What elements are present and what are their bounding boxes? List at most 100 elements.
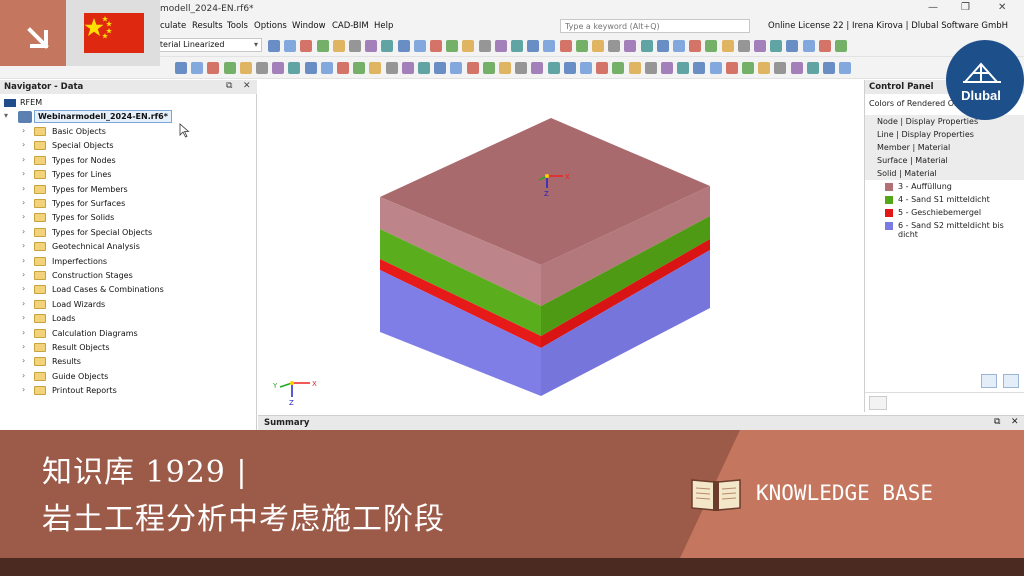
toolbar-tool-icon[interactable] — [304, 62, 317, 74]
chevron-right-icon[interactable]: › — [22, 184, 25, 193]
toolbar-tool-icon[interactable] — [705, 40, 718, 52]
tree-item[interactable]: › Loads — [22, 312, 252, 326]
navigator-restore-button[interactable]: ⧉ — [226, 81, 232, 91]
toolbar-tool-icon[interactable] — [823, 62, 835, 74]
toolbar-tool-icon[interactable] — [316, 40, 329, 52]
toolbar-tool-icon[interactable] — [689, 40, 702, 52]
toolbar-tool-icon[interactable] — [418, 62, 430, 74]
toolbar-tool-icon[interactable] — [543, 40, 556, 52]
soil-model-3d[interactable]: X Z X Y Z — [258, 80, 862, 412]
chevron-right-icon[interactable]: › — [22, 328, 25, 337]
tree-item[interactable]: › Calculation Diagrams — [22, 327, 252, 341]
toolbar-tool-icon[interactable] — [580, 62, 592, 74]
toolbar-tool-icon[interactable] — [320, 62, 333, 74]
material-legend-item[interactable]: 6 - Sand S2 mitteldicht bis dicht — [865, 219, 1024, 239]
toolbar-tool-icon[interactable] — [790, 62, 803, 74]
panel-copy-button[interactable] — [1003, 374, 1019, 388]
toolbar-tool-icon[interactable] — [774, 62, 787, 74]
toolbar-tool-icon[interactable] — [737, 40, 750, 52]
toolbar-tool-icon[interactable] — [515, 62, 528, 74]
toolbar-tool-icon[interactable] — [754, 40, 766, 52]
toolbar-tool-icon[interactable] — [256, 62, 268, 74]
chevron-right-icon[interactable]: › — [22, 371, 25, 380]
tree-item[interactable]: › Types for Special Objects — [22, 226, 252, 240]
toolbar-tool-icon[interactable] — [677, 62, 690, 74]
tree-root-rfem[interactable]: RFEM — [4, 96, 254, 110]
toolbar-tool-icon[interactable] — [272, 62, 285, 74]
toolbar-tool-icon[interactable] — [656, 40, 669, 52]
summary-restore-button[interactable]: ⧉ — [994, 417, 1000, 427]
toolbar-tool-icon[interactable] — [709, 62, 722, 74]
toolbar-tool-icon[interactable] — [839, 62, 852, 74]
chevron-right-icon[interactable]: › — [22, 126, 25, 135]
toolbar-tool-icon[interactable] — [434, 62, 447, 74]
menu-tools[interactable]: Tools — [227, 21, 248, 31]
chevron-right-icon[interactable]: › — [22, 256, 25, 265]
menu-cad-bim[interactable]: CAD-BIM — [332, 21, 369, 31]
toolbar-tool-icon[interactable] — [742, 62, 754, 74]
chevron-right-icon[interactable]: › — [22, 385, 25, 394]
tree-item[interactable]: › Guide Objects — [22, 370, 252, 384]
toolbar-tool-icon[interactable] — [446, 40, 459, 52]
toolbar-tool-icon[interactable] — [559, 40, 572, 52]
chevron-right-icon[interactable]: › — [22, 140, 25, 149]
toolbar-tool-icon[interactable] — [527, 40, 540, 52]
material-legend-item[interactable]: 5 - Geschiebemergel — [865, 206, 1024, 219]
tree-item[interactable]: › Load Cases & Combinations — [22, 283, 252, 297]
chevron-right-icon[interactable]: › — [22, 241, 25, 250]
toolbar-tool-icon[interactable] — [466, 62, 479, 74]
toolbar-tool-icon[interactable] — [640, 40, 653, 52]
toolbar-tool-icon[interactable] — [300, 40, 313, 52]
toolbar-tool-icon[interactable] — [401, 62, 414, 74]
control-panel-section[interactable]: Member | Material — [865, 141, 1024, 154]
toolbar-tool-icon[interactable] — [239, 62, 252, 74]
minimize-button[interactable]: — — [928, 2, 938, 13]
chevron-right-icon[interactable]: › — [22, 212, 25, 221]
chevron-right-icon[interactable]: › — [22, 270, 25, 279]
tree-item[interactable]: › Load Wizards — [22, 298, 252, 312]
toolbar-tool-icon[interactable] — [818, 40, 831, 52]
toolbar-tool-icon[interactable] — [337, 62, 349, 74]
toolbar-tool-icon[interactable] — [786, 40, 799, 52]
summary-close-button[interactable]: ✕ — [1011, 417, 1019, 427]
toolbar-tool-icon[interactable] — [191, 62, 204, 74]
toolbar-tool-icon[interactable] — [612, 62, 625, 74]
toolbar-tool-icon[interactable] — [563, 62, 576, 74]
chevron-right-icon[interactable]: › — [22, 284, 25, 293]
toolbar-tool-icon[interactable] — [547, 62, 560, 74]
toolbar-tool-icon[interactable] — [482, 62, 495, 74]
tree-item[interactable]: › Results — [22, 355, 252, 369]
tree-item[interactable]: › Basic Objects — [22, 125, 252, 139]
list-view-tab[interactable] — [869, 396, 887, 410]
chevron-right-icon[interactable]: › — [22, 356, 25, 365]
tree-item[interactable]: › Types for Surfaces — [22, 197, 252, 211]
tree-item[interactable]: › Special Objects — [22, 139, 252, 153]
control-panel-section[interactable]: Node | Display Properties — [865, 115, 1024, 128]
tree-item[interactable]: › Types for Members — [22, 183, 252, 197]
chevron-right-icon[interactable]: › — [22, 169, 25, 178]
toolbar-tool-icon[interactable] — [462, 40, 475, 52]
control-panel-section[interactable]: Surface | Material — [865, 154, 1024, 167]
chevron-right-icon[interactable]: › — [22, 342, 25, 351]
toolbar-tool-icon[interactable] — [802, 40, 815, 52]
toolbar-tool-icon[interactable] — [628, 62, 641, 74]
toolbar-tool-icon[interactable] — [835, 40, 847, 52]
menu-results[interactable]: Results — [192, 21, 223, 31]
chevron-right-icon[interactable]: › — [22, 227, 25, 236]
toolbar-tool-icon[interactable] — [721, 40, 734, 52]
toolbar-tool-icon[interactable] — [175, 62, 187, 74]
toolbar-tool-icon[interactable] — [430, 40, 442, 52]
toolbar-tool-icon[interactable] — [758, 62, 771, 74]
menu-help[interactable]: Help — [374, 21, 393, 31]
tree-model-node[interactable]: ▾ Webinarmodell_2024-EN.rf6* — [4, 110, 254, 124]
toolbar-tool-icon[interactable] — [332, 40, 345, 52]
toolbar-tool-icon[interactable] — [725, 62, 738, 74]
tree-item[interactable]: › Types for Solids — [22, 211, 252, 225]
toolbar-tool-icon[interactable] — [596, 62, 609, 74]
toolbar-tool-icon[interactable] — [494, 40, 507, 52]
tree-item[interactable]: › Construction Stages — [22, 269, 252, 283]
menu-window[interactable]: Window — [292, 21, 326, 31]
menu-options[interactable]: Options — [254, 21, 287, 31]
toolbar-tool-icon[interactable] — [397, 40, 410, 52]
toolbar-tool-icon[interactable] — [770, 40, 783, 52]
